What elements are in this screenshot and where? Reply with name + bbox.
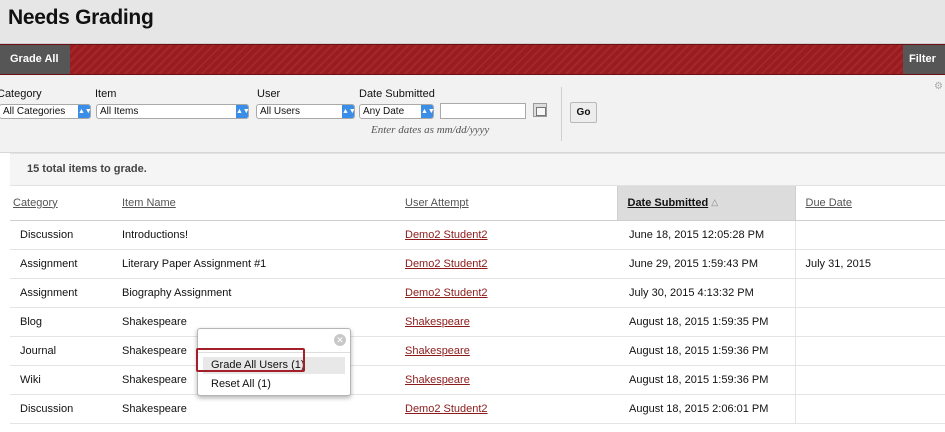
count-bar: 15 total items to grade. <box>0 153 945 186</box>
sort-user-attempt-link[interactable]: User Attempt <box>405 197 469 209</box>
help-icon[interactable]: ⚙ <box>934 81 943 92</box>
cell-user-attempt-link[interactable]: Shakespeare <box>405 374 470 386</box>
cell-date-submitted: August 18, 2015 1:59:36 PM <box>617 336 795 366</box>
table-row: Wiki Shakespeare Shakespeare August 18, 201… <box>10 365 945 395</box>
context-menu-header: ✕ <box>198 329 350 353</box>
table-row: Blog Shakespeare Shakespeare August 18, 201… <box>10 307 945 337</box>
cell-category: Wiki <box>10 365 122 395</box>
grading-table: Category Item Name User Attempt Date Sub… <box>10 186 945 424</box>
needs-grading-page: Needs Grading Grade All Filter Category … <box>0 0 945 432</box>
user-label: User <box>257 88 281 100</box>
cell-date-submitted: August 18, 2015 1:59:36 PM <box>617 365 795 395</box>
cell-due-date <box>794 336 945 366</box>
title-bar: Needs Grading <box>0 0 945 44</box>
cell-category: Journal <box>10 336 122 366</box>
select-arrows-icon: ▲▼ <box>236 105 250 118</box>
cell-user-attempt-link[interactable]: Shakespeare <box>405 316 470 328</box>
item-select[interactable]: All Items ▲▼ <box>96 104 250 119</box>
date-format-hint: Enter dates as mm/dd/yyyy <box>371 124 490 136</box>
cell-date-submitted: June 29, 2015 1:59:43 PM <box>617 249 795 279</box>
cell-user-attempt[interactable]: Demo2 Student2 <box>405 249 617 279</box>
cell-user-attempt-link[interactable]: Demo2 Student2 <box>405 258 488 270</box>
col-category[interactable]: Category <box>10 186 122 221</box>
category-label: Category <box>0 88 42 100</box>
cell-due-date <box>794 278 945 308</box>
table-row: Discussion Introductions! Demo2 Student2 Ju… <box>10 220 945 250</box>
date-input[interactable] <box>440 103 526 119</box>
context-menu: ✕ Grade All Users (1) Reset All (1) <box>197 328 351 396</box>
cell-user-attempt[interactable]: Shakespeare <box>405 336 617 366</box>
cell-user-attempt[interactable]: Demo2 Student2 <box>405 220 617 250</box>
go-button[interactable]: Go <box>570 102 597 123</box>
cell-category: Discussion <box>10 220 122 250</box>
date-submitted-label: Date Submitted <box>359 88 435 100</box>
date-select-value: Any Date <box>363 106 405 117</box>
table-row: Discussion Shakespeare Demo2 Student2 Augus… <box>10 394 945 424</box>
table-body: Discussion Introductions! Demo2 Student2 Ju… <box>10 220 945 424</box>
cell-user-attempt-link[interactable]: Demo2 Student2 <box>405 287 488 299</box>
cell-user-attempt-link[interactable]: Demo2 Student2 <box>405 229 488 241</box>
sort-category-link[interactable]: Category <box>13 197 58 209</box>
cell-category: Blog <box>10 307 122 337</box>
table-header-row: Category Item Name User Attempt Date Sub… <box>10 186 945 221</box>
cell-user-attempt-link[interactable]: Demo2 Student2 <box>405 403 488 415</box>
table-row: Assignment Biography Assignment Demo2 Stud… <box>10 278 945 308</box>
action-bar: Grade All Filter <box>0 44 945 75</box>
cell-date-submitted: August 18, 2015 1:59:35 PM <box>617 307 795 337</box>
category-select[interactable]: All Categories ▲▼ <box>0 104 92 119</box>
col-date-submitted[interactable]: Date Submitted △ <box>616 186 796 221</box>
cell-due-date <box>794 365 945 395</box>
table-row: Journal Shakespeare Shakespeare August 18, … <box>10 336 945 366</box>
cell-due-date: July 31, 2015 <box>794 249 945 279</box>
cell-due-date <box>794 394 945 424</box>
filter-divider <box>561 87 562 141</box>
date-select[interactable]: Any Date ▲▼ <box>359 104 435 119</box>
reset-all-menu-item[interactable]: Reset All (1) <box>203 376 345 393</box>
category-select-value: All Categories <box>3 106 66 117</box>
filter-button[interactable]: Filter <box>903 45 945 74</box>
page-title: Needs Grading <box>8 6 154 29</box>
table-row: Assignment Literary Paper Assignment #1 De… <box>10 249 945 279</box>
cell-user-attempt-link[interactable]: Shakespeare <box>405 345 470 357</box>
calendar-icon[interactable] <box>533 103 547 117</box>
cell-category: Assignment <box>10 249 122 279</box>
col-due-date[interactable]: Due Date <box>795 186 945 221</box>
cell-user-attempt[interactable]: Shakespeare <box>405 365 617 395</box>
cell-user-attempt[interactable]: Shakespeare <box>405 307 617 337</box>
count-box: 15 total items to grade. <box>10 153 945 186</box>
cell-date-submitted: June 18, 2015 12:05:28 PM <box>617 220 795 250</box>
select-arrows-icon: ▲▼ <box>78 105 92 118</box>
cell-item-name: Literary Paper Assignment #1 <box>122 249 405 279</box>
cell-date-submitted: August 18, 2015 2:06:01 PM <box>617 394 795 424</box>
cell-item-name: Biography Assignment <box>122 278 405 308</box>
select-arrows-icon: ▲▼ <box>342 105 356 118</box>
grade-all-button[interactable]: Grade All <box>0 45 70 74</box>
item-label: Item <box>95 88 117 100</box>
item-count: 15 total items to grade. <box>27 163 147 175</box>
col-item-name[interactable]: Item Name <box>122 186 405 221</box>
cell-due-date <box>794 220 945 250</box>
cell-due-date <box>794 307 945 337</box>
cell-date-submitted: July 30, 2015 4:13:32 PM <box>617 278 795 308</box>
close-icon[interactable]: ✕ <box>334 334 346 346</box>
select-arrows-icon: ▲▼ <box>421 105 435 118</box>
col-user-attempt[interactable]: User Attempt <box>405 186 617 221</box>
cell-category: Assignment <box>10 278 122 308</box>
grade-all-users-menu-item[interactable]: Grade All Users (1) <box>203 357 345 374</box>
sort-due-date-link[interactable]: Due Date <box>806 197 852 209</box>
sort-date-submitted-link[interactable]: Date Submitted <box>628 197 709 209</box>
sort-item-name-link[interactable]: Item Name <box>122 197 176 209</box>
cell-item-name: Introductions! <box>122 220 405 250</box>
cell-item-name: Shakespeare <box>122 394 405 424</box>
sort-ascending-icon: △ <box>711 196 719 207</box>
item-select-value: All Items <box>100 106 139 117</box>
user-select[interactable]: All Users ▲▼ <box>256 104 356 119</box>
user-select-value: All Users <box>260 106 301 117</box>
cell-user-attempt[interactable]: Demo2 Student2 <box>405 278 617 308</box>
filter-panel: Category All Categories ▲▼ Item All Item… <box>0 75 945 153</box>
cell-category: Discussion <box>10 394 122 424</box>
cell-user-attempt[interactable]: Demo2 Student2 <box>405 394 617 424</box>
